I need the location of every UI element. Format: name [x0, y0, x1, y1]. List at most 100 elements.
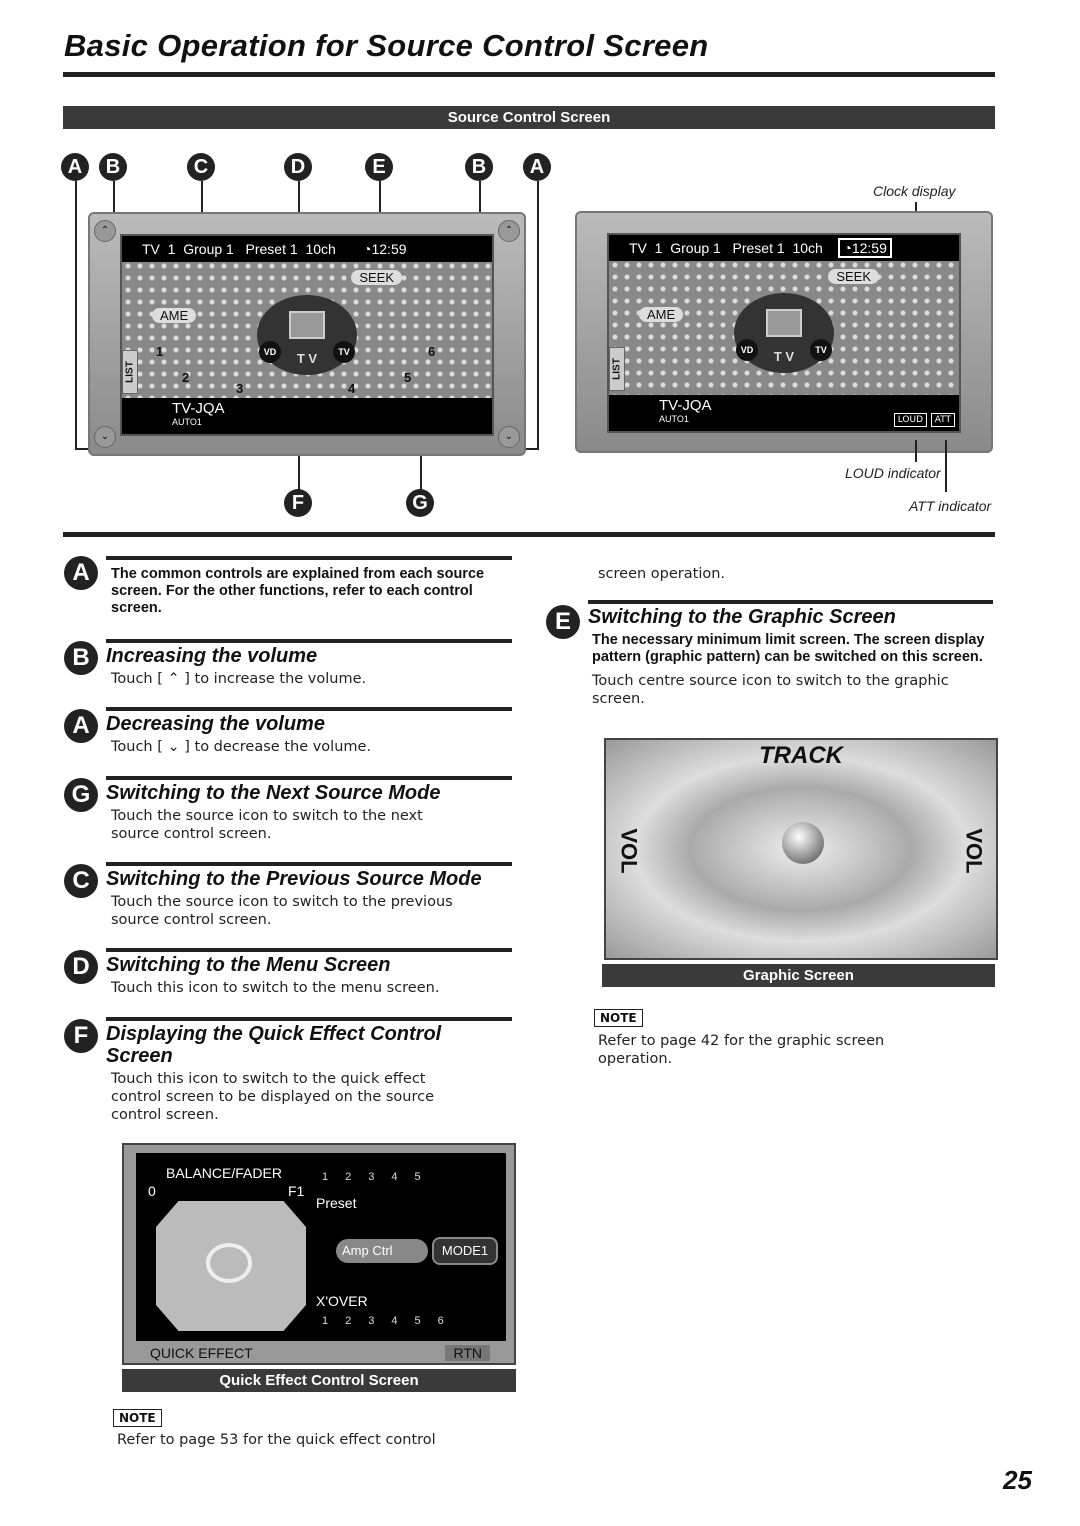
page-number: 25 [1003, 1465, 1032, 1495]
att-indicator: ATT [930, 413, 955, 427]
section-heading: Switching to the Next Source Mode [106, 782, 441, 804]
section-heading: Switching to the Previous Source Mode [106, 868, 482, 890]
section-text: Touch [ ⌄ ] to decrease the volume. [111, 739, 372, 755]
balance-fader-label: BALANCE/FADER [166, 1165, 282, 1181]
section-heading: Displaying the Quick Effect Control Scre… [106, 1023, 442, 1067]
graphic-caption: Graphic Screen [602, 964, 995, 987]
section-text: Touch centre source icon to switch to th… [592, 673, 949, 707]
quick-effect-caption: Quick Effect Control Screen [122, 1369, 516, 1392]
section-f-quick-effect: F Displaying the Quick Effect Control Sc… [62, 1017, 522, 1124]
quick-effect-screen: BALANCE/FADER 0 F1 Preset 12345 Amp Ctrl… [122, 1143, 516, 1365]
preset-6[interactable]: 6 [428, 344, 435, 359]
volume-down-icon[interactable]: ⌄ [94, 426, 116, 448]
section-rule [63, 532, 995, 537]
section-d-menu: D Switching to the Menu Screen Touch thi… [62, 948, 522, 997]
tv-icon [766, 309, 802, 337]
volume-up-icon[interactable]: ⌃ [498, 220, 520, 242]
section-text: Touch [ ⌃ ] to increase the volume. [111, 671, 367, 687]
source-icon[interactable]: VD TV T V [257, 295, 357, 375]
preset-5[interactable]: 5 [404, 370, 411, 385]
balance-value: 0 [148, 1183, 156, 1199]
note-text-left: Refer to page 53 for the quick effect co… [117, 1432, 436, 1448]
page-title: Basic Operation for Source Control Scree… [64, 28, 709, 63]
section-letter: A [64, 709, 98, 743]
leader-line [298, 455, 300, 491]
rtn-button[interactable]: RTN [445, 1345, 490, 1361]
preset-4[interactable]: 4 [348, 381, 355, 396]
tv-source-label: T V [296, 351, 318, 366]
label-e: E [365, 153, 393, 181]
balance-ring[interactable] [206, 1243, 252, 1283]
title-rule [63, 72, 995, 77]
section-heading: Switching to the Menu Screen [106, 954, 391, 976]
mode-button[interactable]: MODE1 [432, 1237, 498, 1265]
tv-source-label: T V [773, 349, 795, 364]
section-heading: Switching to the Graphic Screen [588, 606, 896, 628]
clock-display: 12:59 [851, 240, 887, 256]
track-label: TRACK [759, 742, 843, 769]
loud-indicator: LOUD [893, 413, 927, 427]
volume-up-icon[interactable]: ⌃ [94, 220, 116, 242]
station-name: TV-JQA [172, 400, 225, 417]
label-g: G [406, 489, 434, 517]
status-bar: TV 1 Group 1 Preset 1 10ch ◔12:59 [122, 236, 492, 262]
vol-right: VOL [961, 828, 987, 874]
loud-callout: LOUD indicator [845, 465, 941, 481]
leader-line [75, 181, 77, 449]
note-label: NOTE [113, 1409, 162, 1427]
section-letter: F [64, 1019, 98, 1053]
leader-line [915, 440, 917, 462]
seek-button[interactable]: SEEK [351, 270, 402, 285]
label-b: B [99, 153, 127, 181]
label-a-right: A [523, 153, 551, 181]
source-control-banner: Source Control Screen [63, 106, 995, 129]
seek-button[interactable]: SEEK [828, 269, 879, 284]
source-control-screen-right: TV 1 Group 1 Preset 1 10ch ◔12:59 SEEK A… [575, 211, 993, 453]
section-g-next-source: G Switching to the Next Source Mode Touc… [62, 776, 522, 843]
quick-effect-footer: QUICK EFFECT [150, 1345, 253, 1361]
section-heading: Increasing the volume [106, 645, 318, 667]
section-letter: D [64, 950, 98, 984]
section-text: Touch this icon to switch to the menu sc… [111, 980, 440, 996]
graphic-screen[interactable]: TRACK VOL VOL [604, 738, 998, 960]
xover-buttons[interactable]: 123456 [322, 1315, 461, 1327]
section-letter: A [64, 556, 98, 590]
planet-graphic [782, 822, 824, 864]
section-bold-text: The necessary minimum limit screen. The … [592, 632, 985, 665]
station-sub: AUTO1 [172, 417, 202, 427]
section-text: Touch this icon to switch to the quick e… [111, 1071, 435, 1123]
label-d: D [284, 153, 312, 181]
section-text: Touch the source icon to switch to the n… [111, 808, 423, 842]
preset-1[interactable]: 1 [156, 344, 163, 359]
section-letter: G [64, 778, 98, 812]
section-e-graphic: E Switching to the Graphic Screen The ne… [544, 600, 1004, 708]
ame-button[interactable]: AME [152, 308, 197, 323]
amp-ctrl-button[interactable]: Amp Ctrl [336, 1239, 428, 1263]
status-bar: TV 1 Group 1 Preset 1 10ch ◔12:59 [609, 235, 959, 261]
ame-button[interactable]: AME [639, 307, 684, 322]
section-letter: E [546, 605, 580, 639]
preset-2[interactable]: 2 [182, 370, 189, 385]
list-button[interactable]: LIST [609, 347, 625, 391]
section-b-volume-up: B Increasing the volume Touch [ ⌃ ] to i… [62, 639, 522, 688]
fader-value: F1 [288, 1183, 305, 1199]
label-c: C [187, 153, 215, 181]
att-callout: ATT indicator [909, 498, 992, 514]
vol-left: VOL [616, 828, 642, 874]
tv-icon [289, 311, 325, 339]
clock-display-callout: Clock display [873, 183, 956, 199]
leader-line [537, 181, 539, 449]
preset-buttons[interactable]: 12345 [322, 1171, 438, 1183]
source-icon[interactable]: VD TV T V [734, 293, 834, 373]
label-b-right: B [465, 153, 493, 181]
list-button[interactable]: LIST [122, 350, 138, 394]
volume-down-icon[interactable]: ⌄ [498, 426, 520, 448]
label-f: F [284, 489, 312, 517]
section-text: Touch the source icon to switch to the p… [111, 894, 453, 928]
section-heading: Decreasing the volume [106, 713, 325, 735]
note-label-right: NOTE [594, 1009, 643, 1027]
continued-text: screen operation. [598, 566, 726, 582]
preset-3[interactable]: 3 [236, 381, 243, 396]
section-a-volume-down: A Decreasing the volume Touch [ ⌄ ] to d… [62, 707, 522, 756]
xover-label: X'OVER [316, 1293, 368, 1309]
